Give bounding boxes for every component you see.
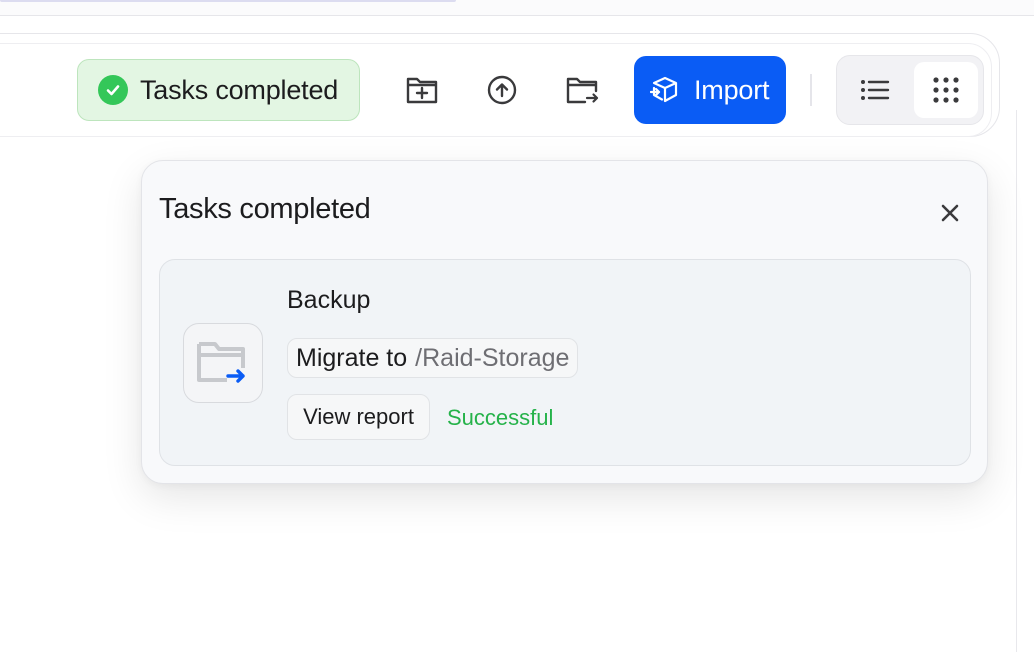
tasks-popover: Tasks completed Backup Migrate to /Raid-… (141, 160, 988, 484)
upload-circle-icon (487, 75, 517, 105)
window-top-bar (0, 0, 1034, 16)
task-destination-path: /Raid-Storage (415, 343, 570, 372)
close-button[interactable] (932, 195, 968, 231)
folder-move-icon (197, 342, 245, 383)
tab-edge (0, 0, 456, 2)
grid-dots-icon (933, 77, 959, 103)
close-icon (941, 204, 959, 222)
folder-plus-icon (406, 77, 438, 104)
upload-button[interactable] (478, 66, 526, 114)
task-action: Migrate to (296, 343, 408, 372)
page: Tasks completed Import Tasks completed B… (0, 0, 1034, 652)
panel-edge (1016, 110, 1017, 652)
task-result: Successful (447, 405, 554, 430)
grid-view-button[interactable] (914, 62, 978, 118)
list-view-button[interactable] (843, 62, 907, 118)
popover-title: Tasks completed (159, 193, 371, 225)
task-name: Backup (287, 286, 371, 314)
check-circle-icon (98, 75, 128, 105)
task-card: Backup Migrate to /Raid-Storage View rep… (159, 259, 971, 466)
tasks-status-button[interactable]: Tasks completed (77, 59, 360, 121)
task-destination: Migrate to /Raid-Storage (287, 338, 579, 378)
task-thumbnail (183, 323, 263, 403)
folder-move-icon (566, 77, 599, 104)
box-import-icon (650, 76, 678, 103)
import-label: Import (694, 74, 770, 105)
toolbar-divider (810, 74, 812, 106)
new-folder-button[interactable] (398, 66, 446, 114)
view-report-button[interactable]: View report (287, 394, 430, 440)
import-button[interactable]: Import (634, 56, 786, 124)
view-toggle (836, 55, 984, 125)
tasks-status-label: Tasks completed (140, 74, 339, 105)
move-button[interactable] (558, 66, 606, 114)
list-icon (861, 80, 890, 100)
